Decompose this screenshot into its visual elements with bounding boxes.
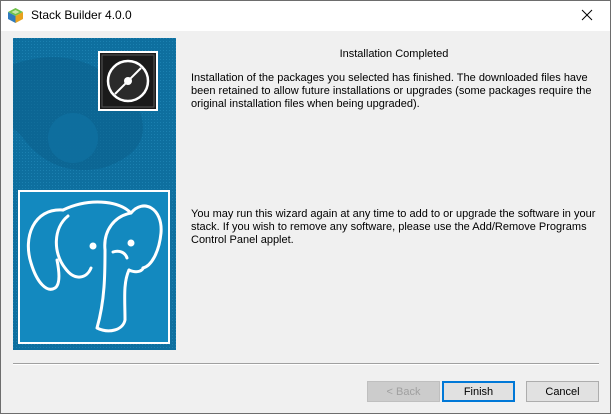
disc-icon bbox=[98, 51, 158, 111]
completion-message: Installation of the packages you selecte… bbox=[191, 72, 592, 110]
close-window-button[interactable] bbox=[564, 1, 610, 31]
finish-button[interactable]: Finish bbox=[442, 381, 515, 402]
page-heading: Installation Completed bbox=[339, 48, 449, 60]
cancel-button[interactable]: Cancel bbox=[526, 381, 599, 402]
stack-builder-app-icon bbox=[7, 7, 24, 24]
footer-separator bbox=[13, 363, 599, 365]
window-title: Stack Builder 4.0.0 bbox=[31, 8, 132, 22]
rerun-instructions: You may run this wizard again at any tim… bbox=[191, 208, 596, 246]
wizard-side-banner bbox=[13, 38, 176, 350]
back-button[interactable]: < Back bbox=[367, 381, 440, 402]
title-bar[interactable]: Stack Builder 4.0.0 bbox=[1, 1, 610, 31]
stack-builder-window: Stack Builder 4.0.0 Installation Complet… bbox=[0, 0, 611, 414]
close-icon bbox=[581, 9, 593, 24]
